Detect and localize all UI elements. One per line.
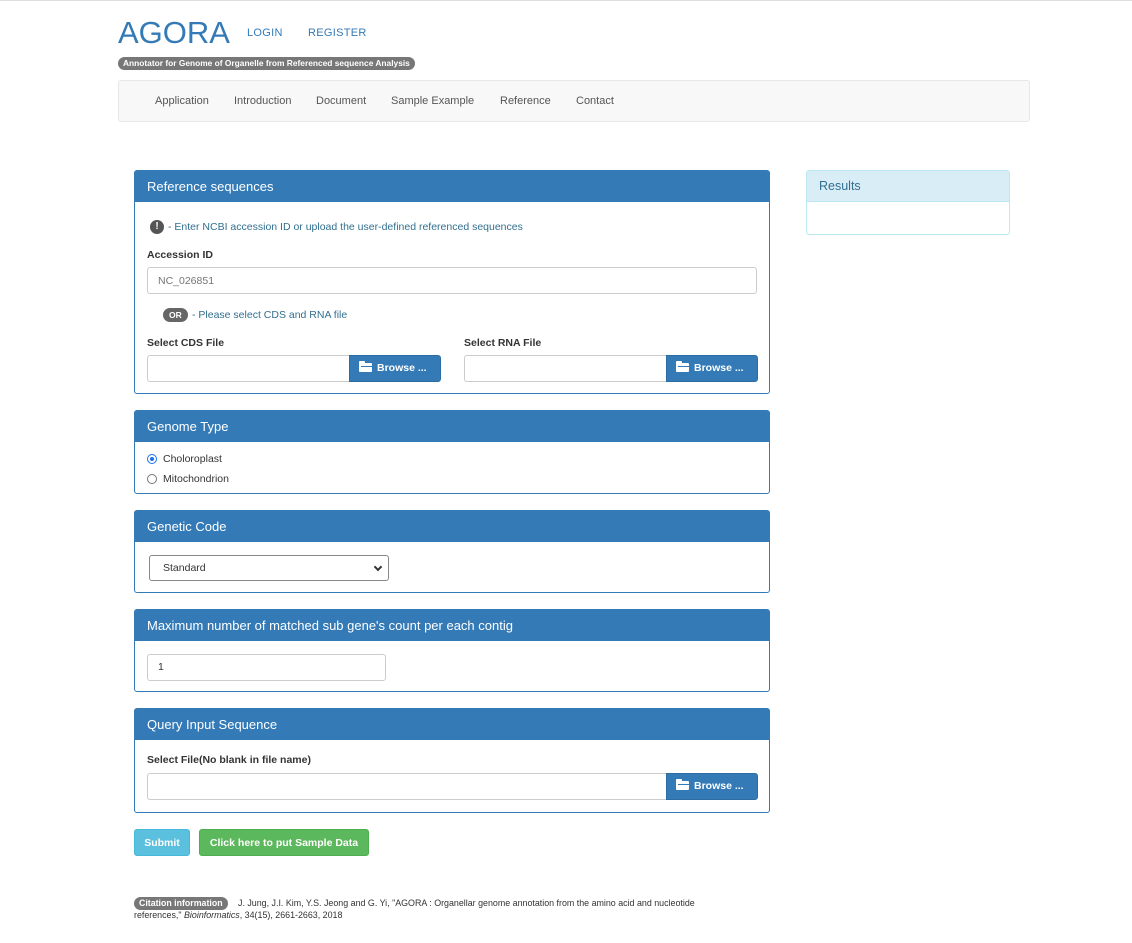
cds-file-label: Select CDS File — [147, 337, 225, 349]
query-file-field[interactable] — [147, 773, 666, 800]
query-file-label: Select File(No blank in file name) — [147, 754, 311, 766]
nav-introduction[interactable]: Introduction — [234, 95, 291, 107]
exclamation-icon: ! — [150, 220, 164, 234]
reference-panel-title: Reference sequences — [135, 171, 769, 202]
accession-input[interactable] — [147, 267, 757, 294]
accession-label: Accession ID — [147, 249, 213, 261]
reference-info-text: - Enter NCBI accession ID or upload the … — [168, 221, 523, 233]
genetic-code-title: Genetic Code — [135, 511, 769, 542]
genome-type-title: Genome Type — [135, 411, 769, 442]
nav-reference[interactable]: Reference — [500, 95, 551, 107]
max-subgene-panel: Maximum number of matched sub gene's cou… — [134, 609, 770, 692]
navbar: Application Introduction Document Sample… — [118, 80, 1030, 122]
nav-application[interactable]: Application — [155, 95, 209, 107]
citation-journal: Bioinformatics — [184, 910, 240, 920]
results-title: Results — [807, 171, 1009, 202]
radio-choloroplast[interactable] — [147, 454, 157, 464]
folder-open-icon — [676, 361, 689, 372]
rna-file-label: Select RNA File — [464, 337, 542, 349]
mitochondrion-label[interactable]: Mitochondrion — [163, 473, 229, 485]
brand-logo[interactable]: AGORA — [118, 15, 230, 51]
chevron-down-icon — [373, 562, 383, 572]
genetic-code-panel: Genetic Code Standard — [134, 510, 770, 593]
genome-type-panel: Genome Type Choloroplast Mitochondrion — [134, 410, 770, 494]
query-browse-label: Browse ... — [694, 780, 744, 792]
nav-document[interactable]: Document — [316, 95, 366, 107]
rna-file-field[interactable] — [464, 355, 666, 382]
sample-data-button[interactable]: Click here to put Sample Data — [199, 829, 369, 856]
citation-line-1: J. Jung, J.I. Kim, Y.S. Jeong and G. Yi,… — [238, 898, 695, 908]
genetic-code-select[interactable]: Standard — [149, 555, 389, 581]
or-info-text: - Please select CDS and RNA file — [192, 309, 348, 321]
query-input-title: Query Input Sequence — [135, 709, 769, 740]
rna-browse-label: Browse ... — [694, 362, 744, 374]
citation-badge: Citation information — [134, 897, 228, 910]
genetic-code-value: Standard — [163, 562, 206, 574]
choloroplast-label[interactable]: Choloroplast — [163, 453, 222, 465]
radio-mitochondrion[interactable] — [147, 474, 157, 484]
top-border — [0, 0, 1132, 1]
query-browse-button[interactable]: Browse ... — [666, 773, 758, 800]
or-badge: OR — [163, 308, 188, 322]
login-link[interactable]: LOGIN — [247, 27, 283, 39]
nav-contact[interactable]: Contact — [576, 95, 614, 107]
citation-line-2-post: , 34(15), 2661-2663, 2018 — [239, 910, 343, 920]
submit-button[interactable]: Submit — [134, 829, 190, 856]
folder-open-icon — [359, 361, 372, 372]
cds-browse-label: Browse ... — [377, 362, 427, 374]
folder-open-icon — [676, 779, 689, 790]
citation-line-2-pre: references," — [134, 910, 185, 920]
register-link[interactable]: REGISTER — [308, 27, 367, 39]
rna-browse-button[interactable]: Browse ... — [666, 355, 758, 382]
tagline-badge: Annotator for Genome of Organelle from R… — [118, 57, 415, 70]
max-subgene-input[interactable]: 1 — [147, 654, 386, 681]
results-panel: Results — [806, 170, 1010, 235]
cds-file-field[interactable] — [147, 355, 349, 382]
citation-line-2: references," Bioinformatics, 34(15), 266… — [134, 910, 342, 920]
reference-panel: Reference sequences ! - Enter NCBI acces… — [134, 170, 770, 394]
cds-browse-button[interactable]: Browse ... — [349, 355, 441, 382]
query-input-panel: Query Input Sequence Select File(No blan… — [134, 708, 770, 813]
nav-sample-example[interactable]: Sample Example — [391, 95, 474, 107]
max-subgene-title: Maximum number of matched sub gene's cou… — [135, 610, 769, 641]
